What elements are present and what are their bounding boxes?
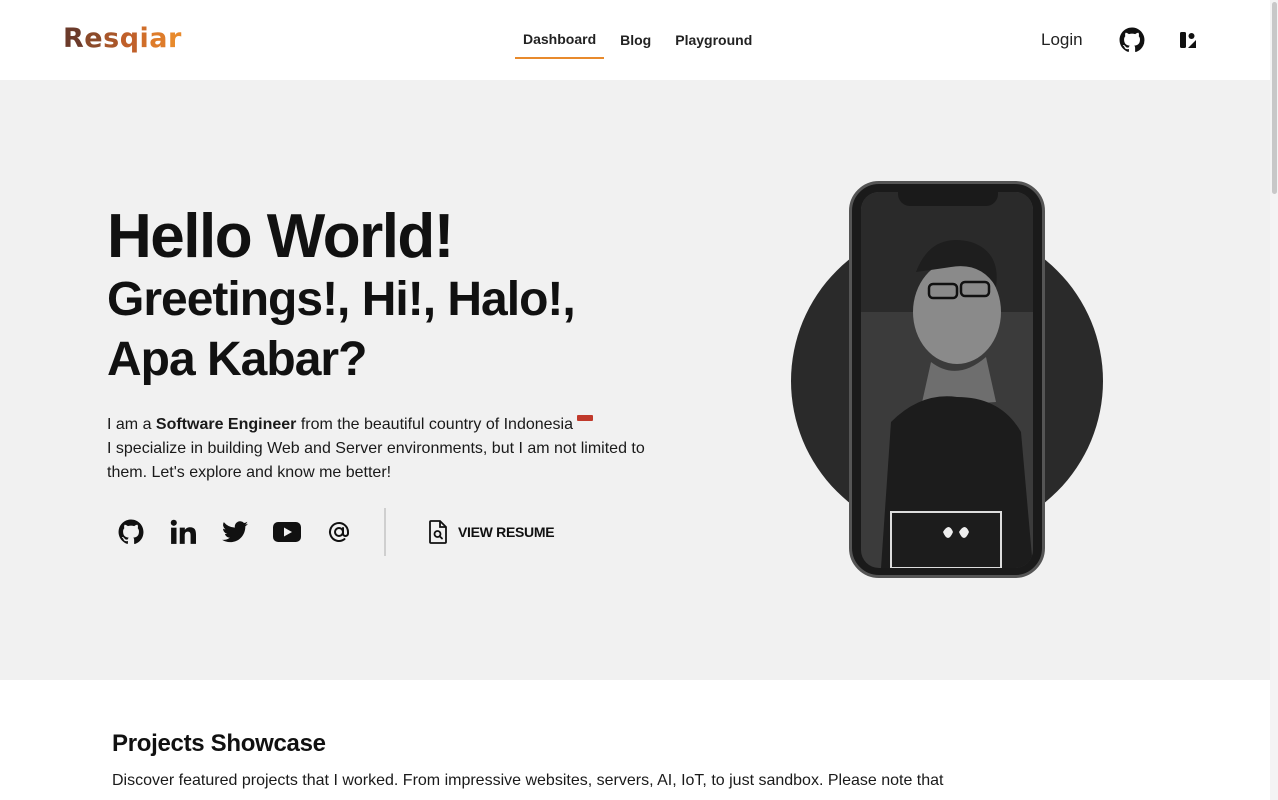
profile-photo bbox=[861, 192, 1033, 568]
youtube-icon[interactable] bbox=[271, 516, 303, 548]
github-icon[interactable] bbox=[1119, 27, 1145, 53]
projects-description: Discover featured projects that I worked… bbox=[112, 772, 944, 789]
header-actions: Login bbox=[1041, 24, 1198, 56]
desc-prefix: I am a bbox=[107, 416, 156, 433]
logo-letter: s bbox=[103, 23, 120, 54]
linkedin-icon[interactable] bbox=[167, 516, 199, 548]
hero-subtitle: Greetings!, Hi!, Halo!, Apa Kabar? bbox=[107, 273, 576, 386]
nav-blog[interactable]: Blog bbox=[612, 20, 659, 60]
login-link[interactable]: Login bbox=[1041, 30, 1083, 50]
email-icon[interactable] bbox=[323, 516, 355, 548]
logo-letter: a bbox=[149, 23, 169, 54]
site-header: Resqiar Dashboard Blog Playground Login bbox=[0, 0, 1270, 80]
social-divider bbox=[384, 508, 386, 556]
desc-line2: I specialize in building Web and Server … bbox=[107, 440, 645, 481]
phone-notch bbox=[898, 184, 998, 206]
view-resume-label: VIEW RESUME bbox=[458, 524, 555, 540]
main-nav: Dashboard Blog Playground bbox=[515, 20, 768, 60]
resume-file-icon bbox=[429, 520, 447, 544]
theme-toggle-icon[interactable] bbox=[1178, 30, 1198, 50]
desc-suffix: from the beautiful country of Indonesia bbox=[296, 416, 573, 433]
social-links bbox=[115, 508, 375, 556]
desc-bold: Software Engineer bbox=[155, 416, 297, 433]
view-resume-button[interactable]: VIEW RESUME bbox=[428, 520, 555, 544]
projects-title: Projects Showcase bbox=[112, 730, 326, 757]
twitter-icon[interactable] bbox=[219, 516, 251, 548]
logo-letter: i bbox=[139, 23, 150, 54]
logo-letter: r bbox=[168, 23, 182, 54]
hero-description: I am a Software Engineer from the beauti… bbox=[107, 413, 647, 485]
page-scrollbar[interactable] bbox=[1270, 0, 1278, 800]
hero-title: Hello World! bbox=[107, 202, 454, 271]
site-logo[interactable]: Resqiar bbox=[63, 22, 182, 56]
logo-letter: q bbox=[119, 23, 140, 54]
nav-dashboard[interactable]: Dashboard bbox=[515, 19, 605, 59]
github-icon[interactable] bbox=[115, 516, 147, 548]
nav-playground[interactable]: Playground bbox=[667, 20, 760, 60]
hero-section: Hello World! Greetings!, Hi!, Halo!, Apa… bbox=[0, 80, 1270, 680]
logo-letter: e bbox=[84, 23, 104, 54]
logo-letter: R bbox=[63, 23, 85, 54]
phone-mockup bbox=[849, 181, 1045, 578]
scrollbar-thumb[interactable] bbox=[1272, 2, 1277, 194]
indonesia-flag-icon bbox=[577, 415, 593, 421]
